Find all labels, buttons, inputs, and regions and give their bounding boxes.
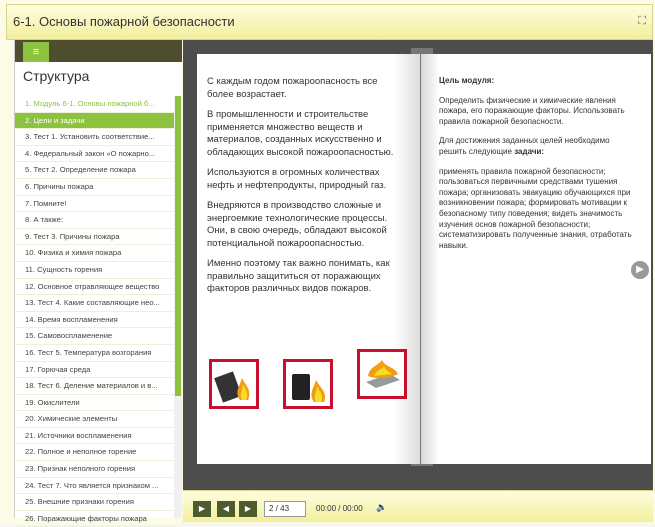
sidebar-item[interactable]: 14. Время воспламенения bbox=[15, 312, 175, 329]
prev-slide-button[interactable]: ◀ bbox=[217, 501, 235, 517]
fire-class-a-image bbox=[209, 359, 259, 409]
right-page-text: Цель модуля: Определить физические и хим… bbox=[439, 76, 639, 260]
sidebar-item[interactable]: 1. Модуль 6-1. Основы пожарной б... bbox=[15, 96, 175, 113]
app-window: 6-1. Основы пожарной безопасности ⛶ ≡ Ст… bbox=[0, 0, 655, 527]
sidebar-item[interactable]: 17. Горючая среда bbox=[15, 362, 175, 379]
sidebar-item[interactable]: 15. Самовоспламенение bbox=[15, 328, 175, 345]
time-display: 00:00 / 00:00 bbox=[316, 504, 363, 513]
player-bar: ▶ ◀ ▶ 2 / 43 00:00 / 00:00 🔈 bbox=[183, 490, 653, 522]
sidebar: ≡ Структура 1. Модуль 6-1. Основы пожарн… bbox=[14, 40, 182, 527]
sidebar-item[interactable]: 5. Тест 2. Определение пожара bbox=[15, 162, 175, 179]
sidebar-item[interactable]: 6. Причины пожара bbox=[15, 179, 175, 196]
sidebar-item[interactable]: 13. Тест 4. Какие составляющие нео... bbox=[15, 295, 175, 312]
sidebar-item[interactable]: 10. Физика и химия пожара bbox=[15, 245, 175, 262]
sidebar-scrollbar[interactable] bbox=[174, 96, 182, 518]
sidebar-item[interactable]: 8. А также: bbox=[15, 212, 175, 229]
structure-list: 1. Модуль 6-1. Основы пожарной б... 2. Це… bbox=[15, 96, 175, 527]
fire-class-c-image bbox=[357, 349, 407, 399]
right-page: Цель модуля: Определить физические и хим… bbox=[421, 54, 651, 464]
sidebar-item[interactable]: 11. Сущность горения bbox=[15, 262, 175, 279]
title-bar: 6-1. Основы пожарной безопасности ⛶ bbox=[6, 4, 653, 40]
scrollbar-thumb[interactable] bbox=[175, 96, 181, 396]
paragraph: С каждым годом пожароопасность все более… bbox=[207, 76, 378, 100]
left-page: С каждым годом пожароопасность все более… bbox=[197, 54, 420, 464]
sidebar-item[interactable]: 25. Внешние признаки горения bbox=[15, 494, 175, 511]
left-page-text: С каждым годом пожароопасность все более… bbox=[197, 76, 412, 296]
menu-icon[interactable]: ≡ bbox=[23, 42, 49, 62]
fire-class-images bbox=[209, 349, 409, 409]
book-viewer: С каждым годом пожароопасность все более… bbox=[183, 40, 653, 490]
sidebar-item[interactable]: 23. Признак неполного горения bbox=[15, 461, 175, 478]
sidebar-heading: Структура bbox=[23, 68, 90, 84]
sidebar-item[interactable]: 21. Источники воспламенения bbox=[15, 428, 175, 445]
sidebar-item[interactable]: 4. Федеральный закон «О пожарно... bbox=[15, 146, 175, 163]
sidebar-item[interactable]: 20. Химические элементы bbox=[15, 411, 175, 428]
tasks-word: задачи: bbox=[514, 146, 545, 156]
fire-class-b-image bbox=[283, 359, 333, 409]
sidebar-item[interactable]: 26. Поражающие факторы пожара bbox=[15, 511, 175, 527]
window-title: 6-1. Основы пожарной безопасности bbox=[13, 14, 235, 29]
tasks-text: применять правила пожарной безопасности;… bbox=[439, 166, 632, 250]
sidebar-item[interactable]: 2. Цели и задачи bbox=[15, 112, 175, 130]
goal-text: Определить физические и химические явлен… bbox=[439, 95, 625, 126]
paragraph: Внедряются в производство сложные и энер… bbox=[207, 200, 388, 249]
sidebar-item[interactable]: 22. Полное и неполное горение bbox=[15, 444, 175, 462]
next-slide-button[interactable]: ▶ bbox=[239, 501, 257, 517]
paragraph: Именно поэтому так важно понимать, как п… bbox=[207, 258, 390, 294]
paragraph: В промышленности и строительстве применя… bbox=[207, 109, 394, 158]
next-page-arrow-icon[interactable]: ▶ bbox=[631, 261, 649, 279]
play-button[interactable]: ▶ bbox=[193, 501, 211, 517]
paragraph: Используются в огромных количествах нефт… bbox=[207, 167, 387, 191]
sidebar-item[interactable]: 24. Тест 7. Что является признаком ... bbox=[15, 478, 175, 495]
sidebar-toolbar: ≡ bbox=[15, 40, 182, 62]
sidebar-item[interactable]: 19. Окислители bbox=[15, 395, 175, 412]
page-counter: 2 / 43 bbox=[264, 501, 306, 517]
sidebar-item[interactable]: 16. Тест 5. Температура возгорания bbox=[15, 345, 175, 362]
sidebar-item[interactable]: 7. Помните! bbox=[15, 196, 175, 213]
sidebar-item[interactable]: 9. Тест 3. Причины пожара bbox=[15, 229, 175, 246]
sidebar-item[interactable]: 3. Тест 1. Установить соответствие... bbox=[15, 129, 175, 146]
sidebar-item[interactable]: 12. Основное отравляющее вещество bbox=[15, 279, 175, 296]
fullscreen-icon[interactable]: ⛶ bbox=[638, 15, 646, 28]
volume-icon[interactable]: 🔈 bbox=[376, 502, 387, 513]
goal-label: Цель модуля: bbox=[439, 76, 495, 85]
tasks-intro: Для достижения заданных целей необходимо… bbox=[439, 136, 639, 157]
sidebar-item[interactable]: 18. Тест 6. Деление материалов и в... bbox=[15, 378, 175, 395]
